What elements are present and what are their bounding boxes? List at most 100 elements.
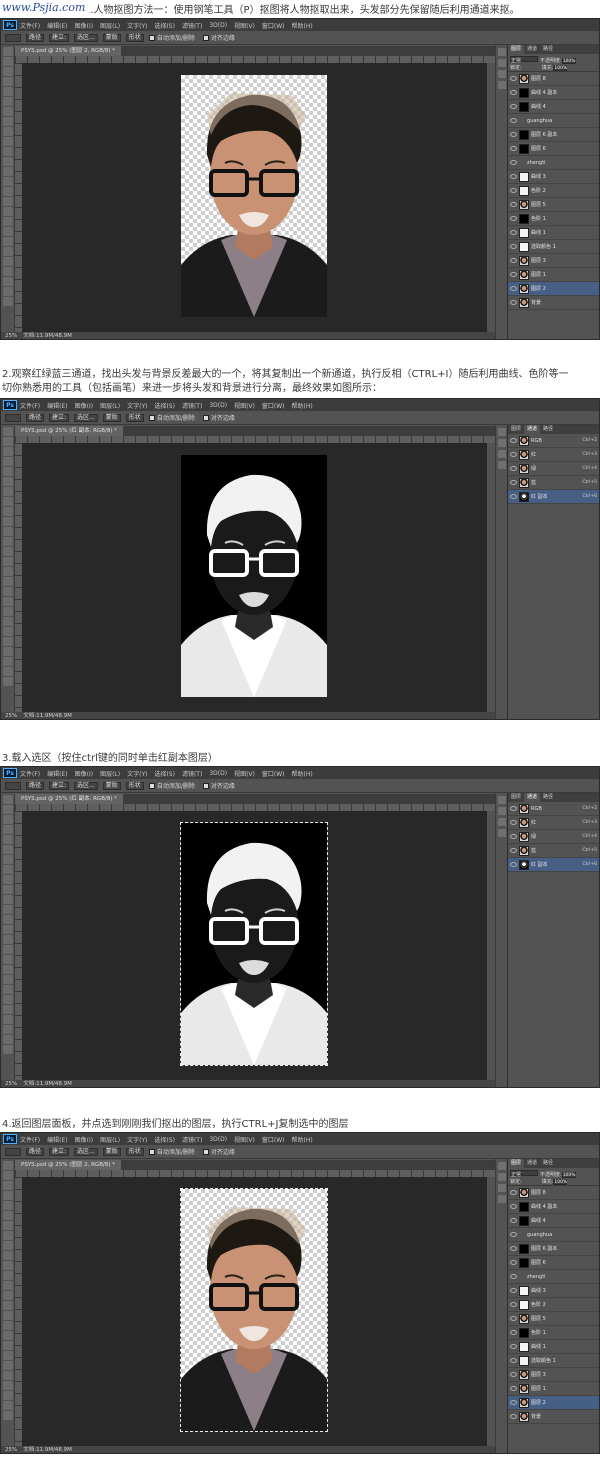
layer-row[interactable]: 色阶 1 [508, 212, 599, 226]
tool-icon[interactable] [3, 1331, 13, 1340]
layer-row[interactable]: 曲线 4 [508, 1214, 599, 1228]
dock-panel-icon[interactable] [498, 1195, 506, 1203]
tool-icon[interactable] [3, 507, 13, 516]
tool-icon[interactable] [3, 1411, 13, 1420]
tool-icon[interactable] [3, 177, 13, 186]
tool-icon[interactable] [3, 815, 13, 824]
visibility-eye-icon[interactable] [510, 188, 517, 193]
layer-row[interactable]: 背景 [508, 1410, 599, 1424]
visibility-eye-icon[interactable] [510, 438, 517, 443]
menu-item[interactable]: 文字(Y) [127, 1135, 147, 1144]
visibility-eye-icon[interactable] [510, 848, 517, 853]
opacity-input[interactable]: 100% [561, 58, 576, 64]
menu-item[interactable]: 文字(Y) [127, 401, 147, 410]
visibility-eye-icon[interactable] [510, 118, 517, 123]
tool-icon[interactable] [3, 1261, 13, 1270]
tool-icon[interactable] [3, 925, 13, 934]
layer-row[interactable]: 选取颜色 1 [508, 1354, 599, 1368]
tool-icon[interactable] [3, 1241, 13, 1250]
fill-input[interactable]: 100% [553, 65, 568, 71]
menu-item[interactable]: 文字(Y) [127, 769, 147, 778]
tool-icon[interactable] [3, 607, 13, 616]
dock-panel-icon[interactable] [498, 829, 506, 837]
tool-icon[interactable] [3, 597, 13, 606]
option-button[interactable]: 建立: [49, 33, 70, 42]
menu-item[interactable]: 视图(V) [234, 21, 255, 30]
tool-icon[interactable] [3, 1025, 13, 1034]
visibility-eye-icon[interactable] [510, 1246, 517, 1251]
panel-tab[interactable]: 通道 [524, 1159, 540, 1168]
dock-panel-icon[interactable] [498, 1173, 506, 1181]
menu-item[interactable]: 滤镜(T) [182, 21, 202, 30]
tool-icon[interactable] [3, 657, 13, 666]
tool-icon[interactable] [3, 587, 13, 596]
tool-icon[interactable] [3, 1005, 13, 1014]
layer-row[interactable]: zhengti [508, 1270, 599, 1284]
visibility-eye-icon[interactable] [510, 174, 517, 179]
menu-item[interactable]: 窗口(W) [262, 769, 285, 778]
document-tab[interactable]: PSYS.psd @ 25% (图层 2, RGB/8) * [15, 1160, 121, 1170]
layer-row[interactable]: 曲线 4 [508, 100, 599, 114]
tool-icon[interactable] [3, 1231, 13, 1240]
menu-item[interactable]: 文件(F) [20, 1135, 40, 1144]
blend-mode-select[interactable]: 正常 [510, 56, 538, 64]
option-button[interactable]: 蒙版 [102, 1147, 121, 1156]
tool-icon[interactable] [3, 467, 13, 476]
panel-tab[interactable]: 图层 [508, 45, 525, 54]
dock-panel-icon[interactable] [498, 1184, 506, 1192]
tool-icon[interactable] [3, 237, 13, 246]
dock-panel-icon[interactable] [498, 796, 506, 804]
tool-icon[interactable] [3, 447, 13, 456]
menu-item[interactable]: 窗口(W) [262, 21, 285, 30]
menu-item[interactable]: 图像(I) [75, 21, 93, 30]
menu-item[interactable]: 帮助(H) [292, 21, 313, 30]
visibility-eye-icon[interactable] [510, 146, 517, 151]
tool-icon[interactable] [3, 915, 13, 924]
tool-icon[interactable] [3, 627, 13, 636]
menu-item[interactable]: 视图(V) [234, 401, 255, 410]
canvas-area[interactable] [22, 63, 487, 332]
tool-icon[interactable] [3, 217, 13, 226]
tool-icon[interactable] [3, 855, 13, 864]
layer-row[interactable]: 曲线 4 副本 [508, 86, 599, 100]
dock-panel-icon[interactable] [498, 807, 506, 815]
tool-icon[interactable] [3, 1171, 13, 1180]
document-tab[interactable]: PSYS.psd @ 25% (红 副本, RGB/8) * [15, 794, 123, 804]
tool-icon[interactable] [3, 87, 13, 96]
tool-icon[interactable] [3, 1291, 13, 1300]
channel-row[interactable]: RGB Ctrl+2 [508, 802, 599, 816]
visibility-eye-icon[interactable] [510, 494, 517, 499]
visibility-eye-icon[interactable] [510, 1260, 517, 1265]
panel-tab[interactable]: 路径 [540, 1159, 556, 1168]
tool-icon[interactable] [3, 667, 13, 676]
tool-icon[interactable] [3, 985, 13, 994]
canvas-area[interactable] [22, 1177, 487, 1446]
visibility-eye-icon[interactable] [510, 1204, 517, 1209]
opacity-input[interactable]: 100% [561, 1172, 576, 1178]
visibility-eye-icon[interactable] [510, 202, 517, 207]
option-button[interactable]: 建立: [49, 781, 70, 790]
tool-icon[interactable] [3, 167, 13, 176]
menu-item[interactable]: 图层(L) [100, 21, 120, 30]
tool-icon[interactable] [3, 427, 13, 436]
channel-row[interactable]: 红 副本 Ctrl+6 [508, 858, 599, 872]
zoom-level[interactable]: 25% [5, 1447, 17, 1453]
menu-item[interactable]: 图像(I) [75, 1135, 93, 1144]
layer-row[interactable]: 色阶 2 [508, 184, 599, 198]
panel-tab[interactable]: 路径 [540, 425, 556, 434]
visibility-eye-icon[interactable] [510, 1302, 517, 1307]
auto-add-checkbox[interactable] [148, 782, 155, 789]
menu-item[interactable]: 图像(I) [75, 769, 93, 778]
layer-row[interactable]: guanghua [508, 114, 599, 128]
menu-item[interactable]: 文件(F) [20, 401, 40, 410]
zoom-level[interactable]: 25% [5, 1081, 17, 1087]
align-edges-checkbox[interactable] [202, 782, 209, 789]
tool-icon[interactable] [3, 547, 13, 556]
tool-icon[interactable] [3, 137, 13, 146]
align-edges-checkbox[interactable] [202, 34, 209, 41]
option-button[interactable]: 形状 [125, 1147, 144, 1156]
dock-panel-icon[interactable] [498, 450, 506, 458]
tool-icon[interactable] [3, 617, 13, 626]
tool-icon[interactable] [3, 1381, 13, 1390]
layer-row[interactable]: 图层 3 [508, 1368, 599, 1382]
